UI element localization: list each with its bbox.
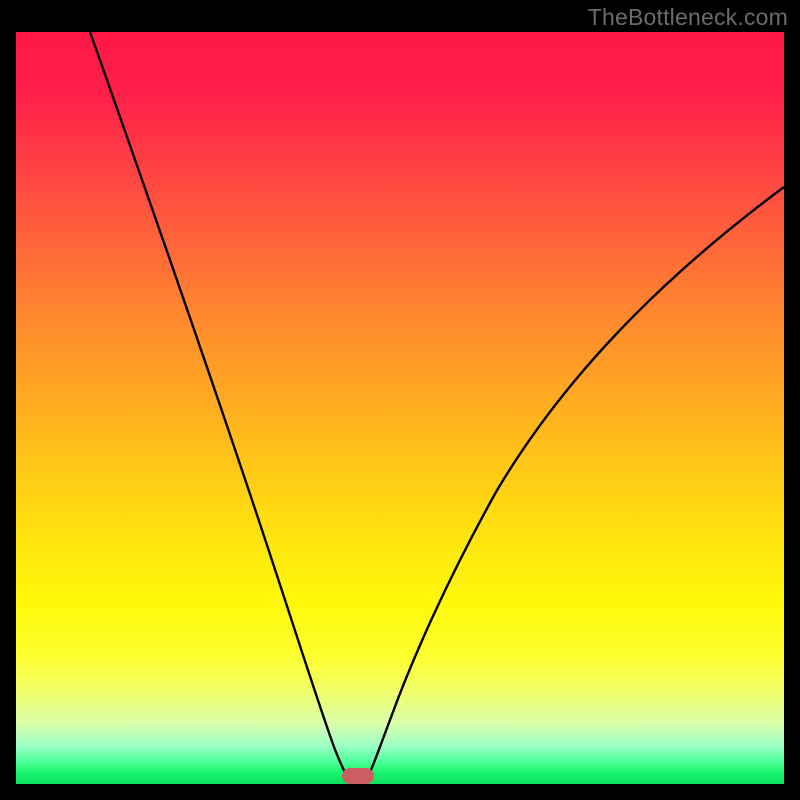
plot-frame — [16, 32, 784, 784]
optimum-marker — [342, 768, 374, 784]
background-gradient — [16, 32, 784, 784]
watermark-text: TheBottleneck.com — [588, 4, 788, 31]
